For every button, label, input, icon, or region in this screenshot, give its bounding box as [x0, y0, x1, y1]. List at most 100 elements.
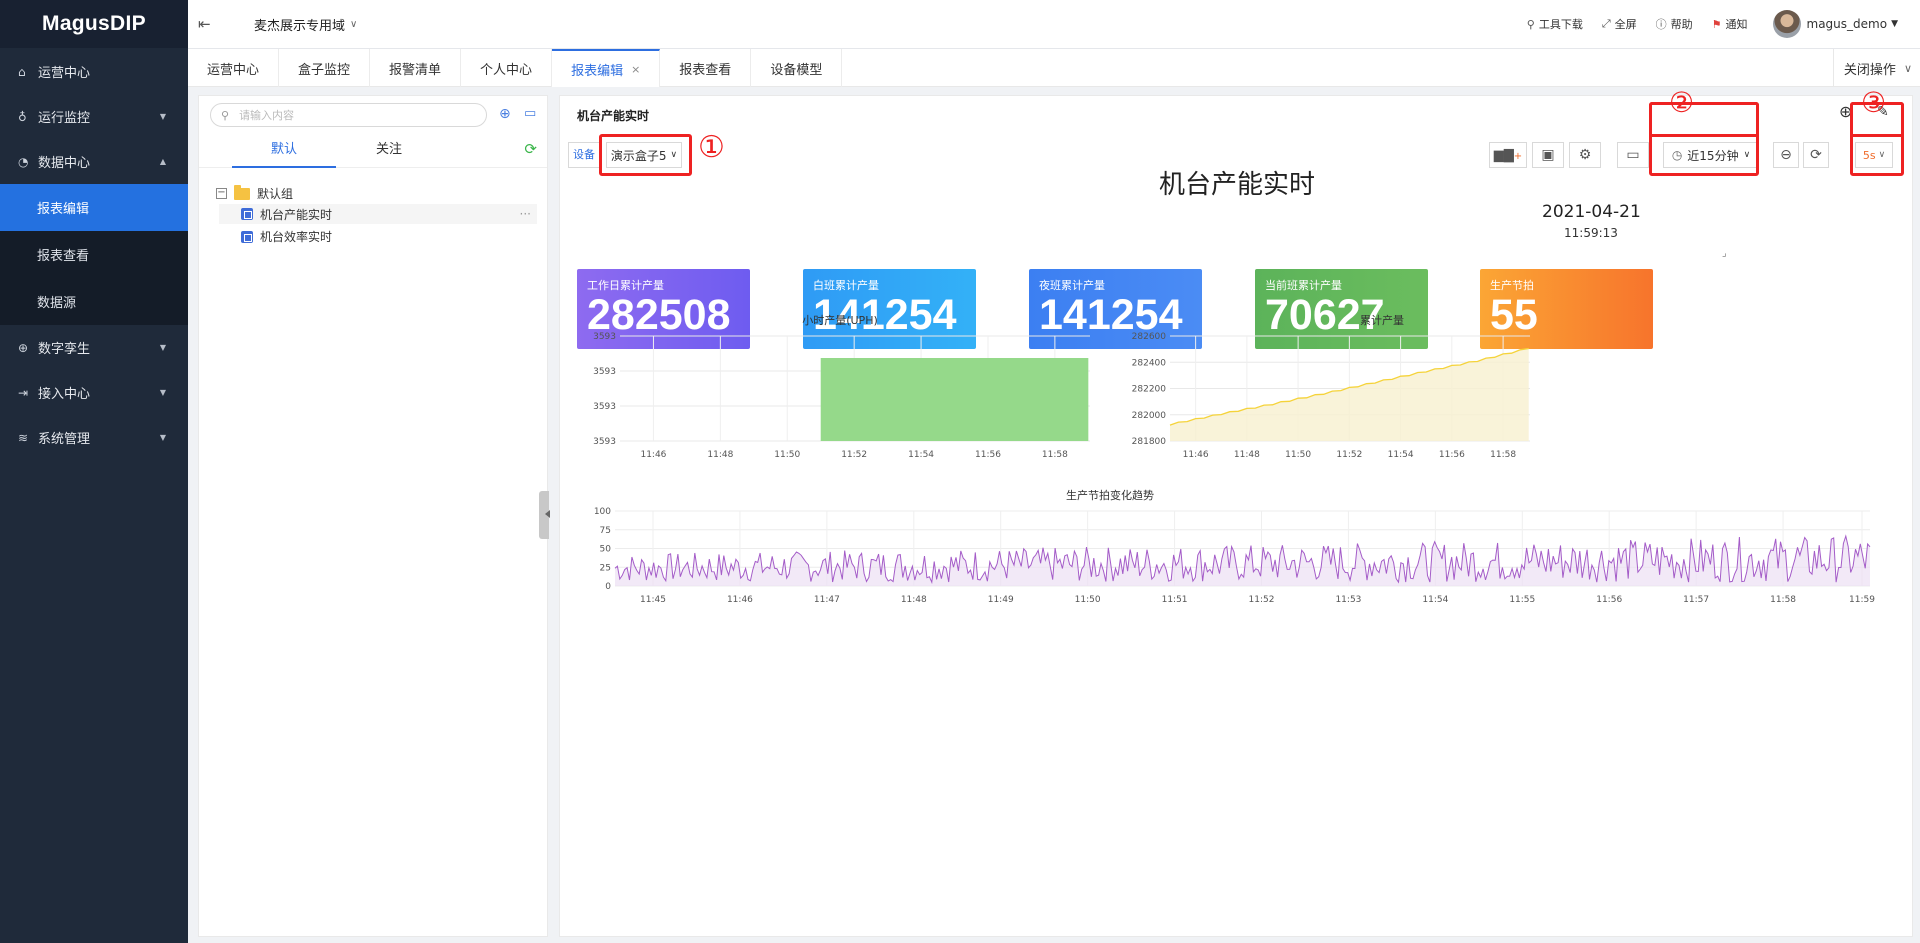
x-tick-label: 11:52 — [841, 450, 867, 460]
x-tick-label: 11:49 — [988, 595, 1014, 605]
tab-default[interactable]: 默认 — [232, 136, 336, 168]
close-ops-label: 关闭操作 — [1843, 62, 1896, 78]
notify-link[interactable]: ⚑ 通知 — [1712, 16, 1748, 32]
y-tick-label: 282400 — [1132, 358, 1167, 368]
sidebar-item-label: 数据中心 — [38, 156, 91, 171]
left-panel-tabs: 默认 关注 ⟳ — [199, 136, 547, 168]
x-tick-label: 11:46 — [727, 595, 753, 605]
y-tick-label: 75 — [600, 526, 611, 536]
sidebar-item-digital-twin[interactable]: ⊕ 数字孪生 ▼ — [0, 325, 188, 370]
x-tick-label: 11:52 — [1336, 450, 1362, 460]
tree-group-label: 默认组 — [257, 187, 294, 201]
sidebar-item-system[interactable]: ≋ 系统管理 ▼ — [0, 415, 188, 460]
x-tick-label: 11:58 — [1770, 595, 1796, 605]
tab-device-model[interactable]: 设备模型 — [751, 49, 843, 87]
y-tick-label: 100 — [594, 507, 611, 517]
avatar — [1772, 10, 1801, 38]
sidebar-item-datasource[interactable]: 数据源 — [0, 278, 188, 325]
pie-chart-icon: ◔ — [18, 154, 29, 169]
sidebar-item-label: 运营中心 — [38, 66, 91, 81]
tree-group-default[interactable]: − 默认组 — [216, 184, 294, 202]
chevron-down-icon: ∨ — [1903, 61, 1912, 75]
layers-icon: ≋ — [18, 430, 29, 445]
x-tick-label: 11:55 — [1509, 595, 1535, 605]
chevron-down-icon: ▼ — [159, 433, 166, 442]
x-tick-label: 11:50 — [774, 450, 800, 460]
sidebar-item-access-center[interactable]: ⇥ 接入中心 ▼ — [0, 370, 188, 415]
y-tick-label: 3593 — [593, 367, 616, 377]
sidebar-item-ops-center[interactable]: ⌂ 运营中心 — [0, 49, 188, 94]
x-tick-label: 11:46 — [1183, 450, 1209, 460]
y-tick-label: 3593 — [593, 332, 616, 342]
tree-item-efficiency[interactable]: 机台效率实时 — [241, 228, 332, 245]
x-tick-label: 11:57 — [1683, 595, 1709, 605]
tab-alarm-list[interactable]: 报警清单 — [370, 49, 462, 87]
domain-select[interactable]: 麦杰展示专用域 ∨ — [254, 15, 357, 34]
more-icon[interactable]: ··· — [520, 207, 531, 221]
collapse-toggle-icon[interactable]: − — [216, 188, 227, 199]
x-tick-label: 11:59 — [1849, 595, 1875, 605]
x-tick-label: 11:56 — [975, 450, 1001, 460]
sidebar-item-data-center[interactable]: ◔ 数据中心 ▲ — [0, 139, 188, 184]
chevron-down-icon: ▼ — [159, 388, 166, 397]
refresh-icon[interactable]: ⟳ — [524, 140, 537, 158]
tree-item-capacity[interactable]: 机台产能实时 ··· — [219, 204, 537, 224]
tab-ops-center[interactable]: 运营中心 — [188, 49, 280, 87]
tab-box-monitor[interactable]: 盒子监控 — [279, 49, 371, 87]
sidebar-item-monitor[interactable]: ♁ 运行监控 ▼ — [0, 94, 188, 139]
tab-personal-center[interactable]: 个人中心 — [461, 49, 553, 87]
x-tick-label: 11:53 — [1335, 595, 1361, 605]
y-tick-label: 282600 — [1132, 332, 1167, 342]
data-center-submenu: 报表编辑 报表查看 数据源 — [0, 184, 188, 325]
search-input[interactable] — [237, 107, 458, 123]
dashboard-title: 机台产能实时 — [1158, 170, 1315, 200]
x-tick-label: 11:48 — [1234, 450, 1260, 460]
search-icon: ⚲ — [1526, 17, 1535, 31]
panel-title: 机台产能实时 — [577, 109, 650, 123]
x-tick-label: 11:54 — [908, 450, 934, 460]
tab-report-edit[interactable]: 报表编辑 × — [552, 49, 661, 87]
y-tick-label: 282000 — [1132, 411, 1167, 421]
y-tick-label: 281800 — [1132, 437, 1167, 447]
search-field[interactable]: ⚲ — [210, 103, 487, 127]
report-icon — [241, 230, 253, 243]
save-icon: ▣ — [1541, 147, 1555, 163]
folder-add-icon[interactable]: ▭ — [524, 106, 536, 121]
add-icon[interactable]: ⊕ — [499, 106, 511, 122]
sidebar-item-label: 运行监控 — [38, 111, 91, 126]
domain-label: 麦杰展示专用域 — [254, 18, 346, 34]
annotation-number-1: ① — [698, 130, 725, 165]
report-icon — [241, 208, 253, 220]
sidebar: MagusDIP ⌂ 运营中心 ♁ 运行监控 ▼ ◔ 数据中心 ▲ 报表编辑 报表查看… — [0, 0, 188, 943]
sidebar-item-report-edit[interactable]: 报表编辑 — [0, 184, 188, 231]
tools-download-link[interactable]: ⚲ 工具下载 — [1527, 16, 1583, 32]
sidebar-item-label: 系统管理 — [38, 432, 91, 447]
login-icon: ⇥ — [18, 385, 29, 400]
tab-follow[interactable]: 关注 — [337, 136, 441, 168]
panel-collapse-handle[interactable] — [539, 491, 550, 539]
help-link[interactable]: ⓘ 帮助 — [1656, 16, 1693, 32]
notify-label: 通知 — [1725, 18, 1748, 31]
fullscreen-link[interactable]: ⤢ 全屏 — [1602, 16, 1637, 32]
x-tick-label: 11:58 — [1490, 450, 1516, 460]
x-tick-label: 11:48 — [901, 595, 927, 605]
menu-collapse-icon[interactable]: ⇤ — [198, 15, 218, 33]
bar — [820, 358, 1089, 441]
gear-icon: ⚙ — [1578, 147, 1592, 163]
tree-item-label: 机台效率实时 — [260, 230, 333, 244]
x-tick-label: 11:52 — [1249, 595, 1275, 605]
dashboard-time: 11:59:13 — [1564, 226, 1618, 240]
tab-bar: 运营中心 盒子监控 报警清单 个人中心 报表编辑 × 报表查看 设备模型 关闭操… — [188, 49, 1920, 87]
close-operations-dropdown[interactable]: 关闭操作 ∨ — [1832, 49, 1920, 87]
home-icon: ⌂ — [18, 64, 26, 79]
y-tick-label: 3593 — [593, 437, 616, 447]
top-header: ⇤ 麦杰展示专用域 ∨ ⚲ 工具下载 ⤢ 全屏 ⓘ 帮助 ⚑ 通知 magus_demo… — [188, 0, 1920, 49]
tab-report-view[interactable]: 报表查看 — [660, 49, 752, 87]
uph-bar-chart: 3593 3593 3593 3593 11:46 11:48 11:50 11:52 11:5… — [593, 332, 1090, 460]
x-tick-label: 11:58 — [1042, 450, 1068, 460]
sidebar-item-report-view[interactable]: 报表查看 — [0, 231, 188, 278]
fullscreen-label: 全屏 — [1614, 18, 1637, 31]
bell-icon: ⚑ — [1711, 17, 1722, 31]
close-icon[interactable]: × — [631, 63, 640, 76]
user-menu[interactable]: magus_demo ▼ — [1772, 10, 1898, 38]
